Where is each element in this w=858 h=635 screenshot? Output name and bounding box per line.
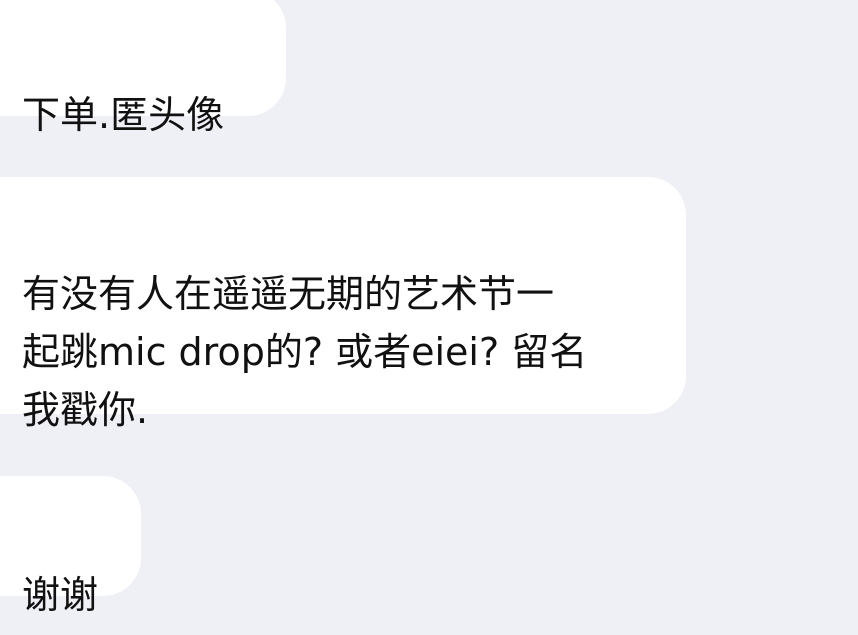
message-bubble[interactable]: 下单.匿头像 [0,0,286,137]
message-text: 下单.匿头像 [22,93,225,137]
message-bubble[interactable]: 谢谢 [0,476,141,617]
message-bubble[interactable]: 有没有人在遥遥无期的艺术节一 起跳mic drop的? 或者eiei? 留名 我… [0,177,686,432]
message-text: 有没有人在遥遥无期的艺术节一 起跳mic drop的? 或者eiei? 留名 我… [22,272,588,432]
message-text: 谢谢 [22,573,99,617]
